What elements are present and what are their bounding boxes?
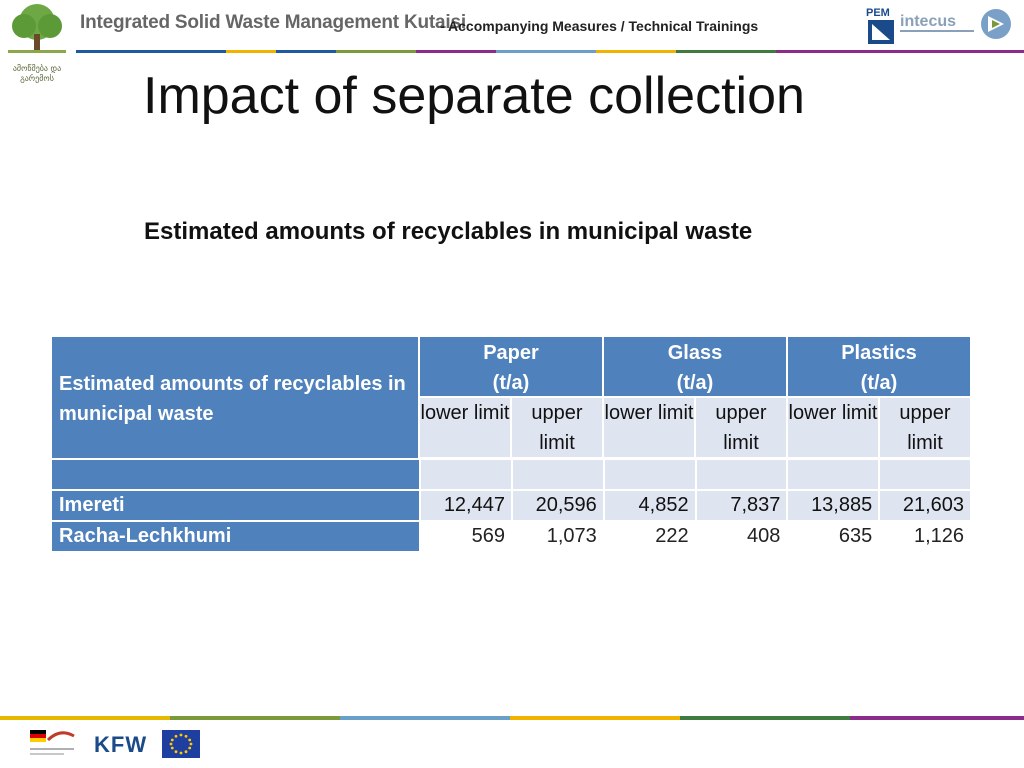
recyclables-table: Estimated amounts of recyclables in muni…	[52, 337, 973, 553]
row-label-imereti: Imereti	[52, 491, 422, 522]
value-cell: 1,073	[512, 522, 605, 553]
group-name: Plastics	[841, 342, 917, 364]
group-header-plastics: Plastics (t/a)	[788, 337, 972, 398]
slide-header: ამოწმება და გარემოს Integrated Solid Was…	[0, 0, 1024, 83]
value-cell: 1,126	[880, 522, 973, 553]
table-header-row: Estimated amounts of recyclables in muni…	[52, 337, 972, 460]
spacer-cell	[788, 460, 881, 491]
tree-logo-icon	[0, 0, 74, 60]
table-corner-label: Estimated amounts of recyclables in muni…	[52, 337, 420, 460]
slide-subtitle: Estimated amounts of recyclables in muni…	[144, 218, 753, 245]
value-cell: 569	[421, 522, 513, 553]
project-subtitle: - Accompanying Measures / Technical Trai…	[440, 18, 759, 34]
limit-label-lower: lower limit	[788, 398, 880, 459]
group-unit: (t/a)	[492, 372, 530, 394]
table-spacer-row	[52, 460, 973, 491]
limit-row: lower limit upper limit lower limit uppe…	[420, 398, 972, 459]
group-header-paper: Paper (t/a)	[420, 337, 604, 398]
value-cell: 7,837	[696, 491, 789, 522]
value-cell: 20,596	[512, 491, 605, 522]
partner-logo-text: ამოწმება და გარემოს	[12, 64, 62, 83]
group-name: Paper	[483, 342, 539, 364]
group-unit: (t/a)	[676, 372, 714, 394]
header-color-bar	[76, 50, 1024, 53]
limit-label-upper: upper limit	[512, 398, 604, 459]
group-name: Glass	[667, 342, 723, 364]
limit-label-upper: upper limit	[696, 398, 788, 459]
slide-title: Impact of separate collection	[143, 67, 805, 125]
row-label-racha-lechkhumi: Racha-Lechkhumi	[52, 522, 422, 553]
value-cell: 21,603	[880, 491, 973, 522]
pem-logo-text: PEM	[866, 7, 890, 19]
limit-label-lower: lower limit	[604, 398, 696, 459]
spacer-cell	[880, 460, 973, 491]
value-cell: 12,447	[421, 491, 513, 522]
kfw-logo-text: KFW	[94, 732, 148, 757]
value-cell: 408	[696, 522, 789, 553]
limit-label-lower: lower limit	[420, 398, 512, 459]
value-cell: 222	[604, 522, 697, 553]
limit-label-upper: upper limit	[880, 398, 972, 459]
project-title: Integrated Solid Waste Management Kutais…	[80, 12, 466, 33]
eu-flag-icon	[162, 730, 200, 758]
value-cell: 13,885	[788, 491, 881, 522]
group-row: Paper (t/a) Glass (t/a) Plastics (t/a)	[420, 337, 972, 398]
table-row: Imereti 12,447 20,596 4,852 7,837 13,885…	[52, 491, 973, 522]
german-cooperation-logo-icon	[30, 730, 75, 755]
group-unit: (t/a)	[860, 372, 898, 394]
table-group-headers: Paper (t/a) Glass (t/a) Plastics (t/a) l…	[420, 337, 972, 460]
intecus-logo-text: intecus	[900, 13, 956, 30]
spacer-cell	[512, 460, 605, 491]
spacer-cell	[421, 460, 513, 491]
spacer-cell	[604, 460, 697, 491]
partner-logos-icon: PEM intecus	[866, 7, 1011, 44]
corner-label-text: Estimated amounts of recyclables in muni…	[59, 373, 406, 425]
group-header-glass: Glass (t/a)	[604, 337, 788, 398]
value-cell: 635	[788, 522, 881, 553]
value-cell: 4,852	[604, 491, 697, 522]
spacer-label-cell	[52, 460, 422, 491]
spacer-cell	[696, 460, 789, 491]
footer-color-bar	[0, 716, 1024, 720]
table-row: Racha-Lechkhumi 569 1,073 222 408 635 1,…	[52, 522, 973, 553]
